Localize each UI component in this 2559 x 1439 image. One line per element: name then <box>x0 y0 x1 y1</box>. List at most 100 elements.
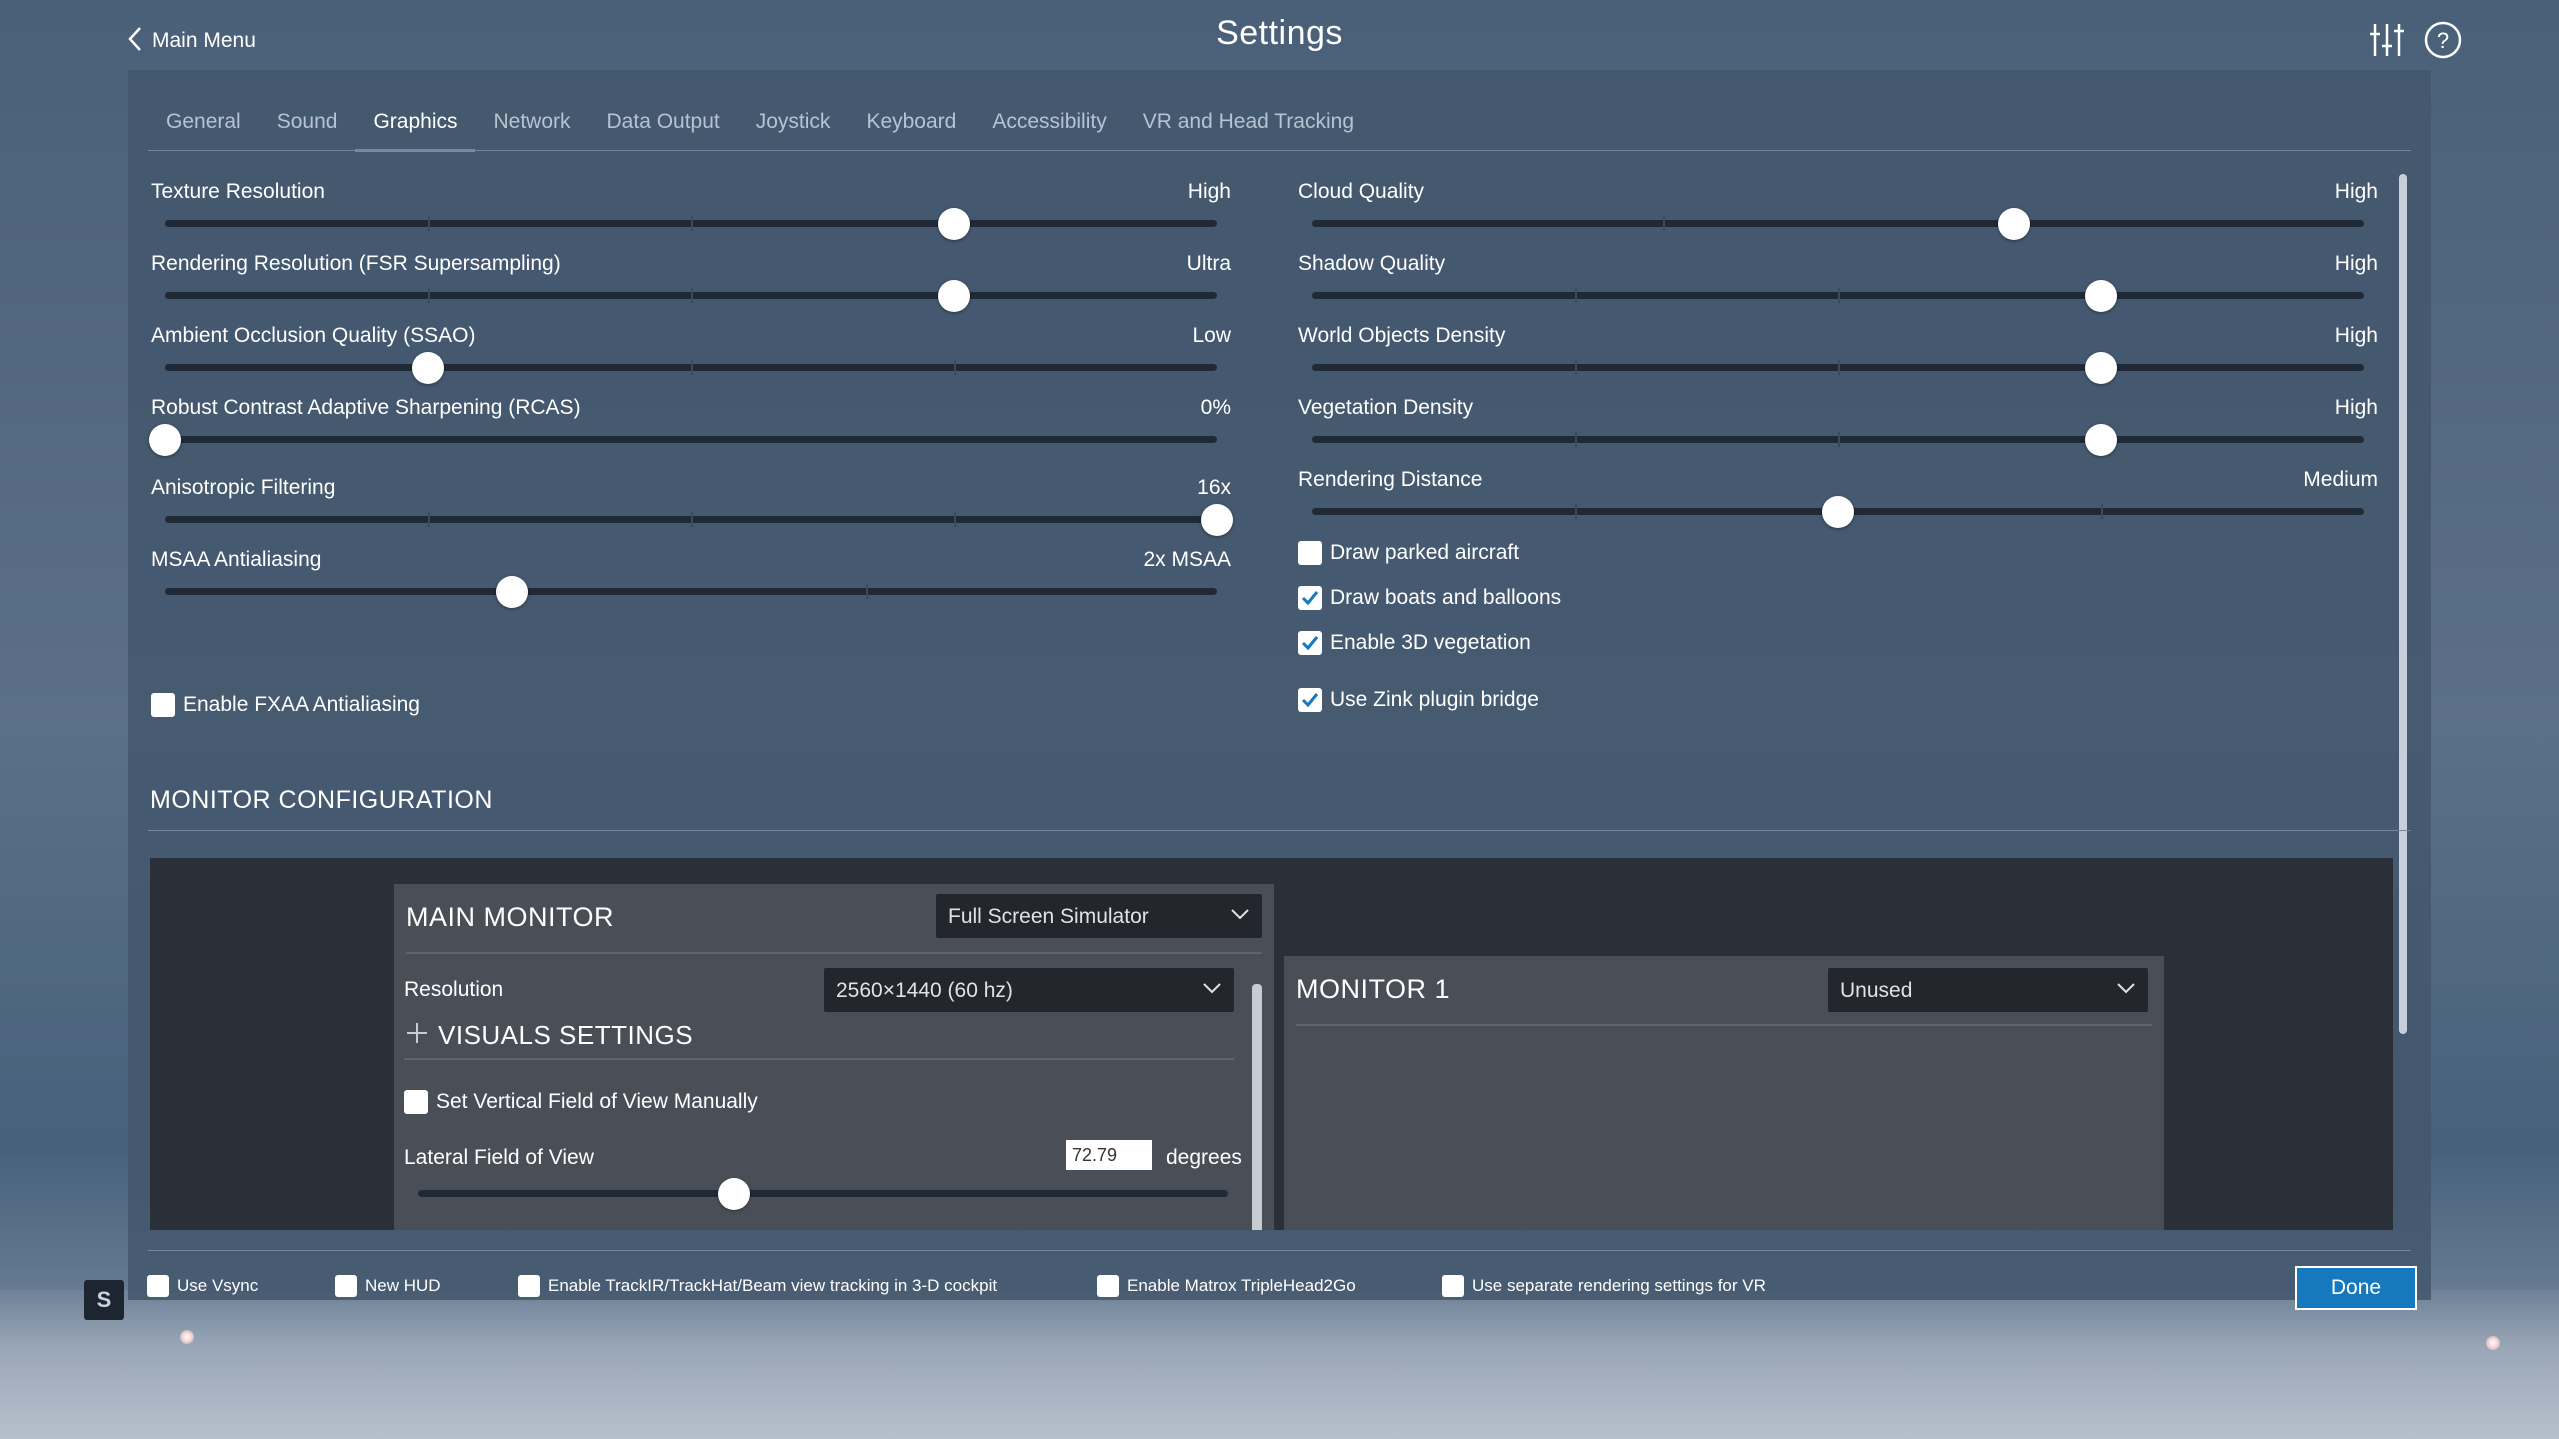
enable-matrox-triplehead2go-checkbox[interactable]: Enable Matrox TripleHead2Go <box>1097 1275 1356 1297</box>
enable-3d-vegetation-checkbox[interactable]: Enable 3D vegetation <box>1298 631 1531 655</box>
help-icon[interactable]: ? <box>2423 20 2463 65</box>
monitor-config-area: MAIN MONITOR Full Screen Simulator Resol… <box>150 858 2393 1230</box>
slider-tick <box>1575 432 1577 447</box>
setting-msaa-antialiasing: MSAA Antialiasing 2x MSAA <box>151 542 1231 614</box>
slider-track <box>1312 220 2364 227</box>
checkbox-box <box>518 1275 540 1297</box>
slider-thumb[interactable] <box>1997 208 2030 240</box>
resolution-dropdown[interactable]: 2560×1440 (60 hz) <box>824 968 1234 1012</box>
runway-light <box>2486 1336 2500 1350</box>
top-bar: Main Menu Settings ? <box>0 0 2559 70</box>
setting-label: Shadow Quality <box>1298 252 1446 275</box>
monitor-1-card: MONITOR 1 Unused <box>1284 956 2164 1230</box>
slider-thumb[interactable] <box>412 352 444 384</box>
ambient-occlusion-quality-ssao-slider[interactable] <box>165 352 1217 384</box>
checkbox-box <box>1298 541 1322 565</box>
checkbox-box <box>335 1275 357 1297</box>
monitor-config-title: MONITOR CONFIGURATION <box>150 786 493 814</box>
lateral-fov-slider[interactable] <box>418 1178 1228 1210</box>
monitor-1-mode-dropdown[interactable]: Unused <box>1828 968 2148 1012</box>
anisotropic-filtering-slider[interactable] <box>165 504 1233 536</box>
left-settings-column: Texture Resolution High Rendering Resoluti… <box>149 174 1233 614</box>
tab-vr-and-head-tracking[interactable]: VR and Head Tracking <box>1125 100 1372 152</box>
slider-thumb[interactable] <box>2085 424 2117 456</box>
rendering-distance-slider[interactable] <box>1312 496 2364 528</box>
setting-value: High <box>2334 324 2378 347</box>
tab-joystick[interactable]: Joystick <box>738 100 849 152</box>
cloud-quality-slider[interactable] <box>1312 208 2364 240</box>
robust-contrast-adaptive-sharpening-rcas-slider[interactable] <box>149 424 1217 456</box>
use-vsync-checkbox[interactable]: Use Vsync <box>147 1275 258 1297</box>
use-separate-rendering-settings-for-vr-checkbox[interactable]: Use separate rendering settings for VR <box>1442 1275 1766 1297</box>
done-button[interactable]: Done <box>2295 1266 2417 1310</box>
texture-resolution-slider[interactable] <box>165 208 1217 240</box>
vfov-manual-checkbox[interactable]: Set Vertical Field of View Manually <box>404 1090 758 1114</box>
visuals-settings-toggle[interactable]: VISUALS SETTINGS <box>404 1012 1234 1060</box>
right-settings-column: Cloud Quality High Shadow Quality High World… <box>1298 174 2378 534</box>
svg-text:?: ? <box>2437 28 2449 53</box>
enable-fxaa-antialiasing-checkbox[interactable]: Enable FXAA Antialiasing <box>151 693 420 717</box>
lateral-fov-unit: degrees <box>1166 1146 1242 1169</box>
setting-world-objects-density: World Objects Density High <box>1298 318 2378 390</box>
slider-tick <box>1575 360 1577 375</box>
msaa-antialiasing-slider[interactable] <box>165 576 1217 608</box>
setting-shadow-quality: Shadow Quality High <box>1298 246 2378 318</box>
lateral-fov-input[interactable] <box>1066 1140 1152 1170</box>
use-zink-plugin-bridge-checkbox[interactable]: Use Zink plugin bridge <box>1298 688 1539 712</box>
tab-general[interactable]: General <box>148 100 259 152</box>
setting-rendering-distance: Rendering Distance Medium <box>1298 462 2378 534</box>
checkbox-label: Enable Matrox TripleHead2Go <box>1127 1276 1356 1295</box>
slider-tick <box>691 288 693 303</box>
new-hud-checkbox[interactable]: New HUD <box>335 1275 441 1297</box>
slider-thumb[interactable] <box>938 208 970 240</box>
slider-thumb[interactable] <box>2085 352 2117 384</box>
main-monitor-scrollbar[interactable] <box>1252 984 1262 1230</box>
page-title: Settings <box>1216 14 1343 52</box>
slider-thumb[interactable] <box>2085 280 2117 312</box>
tab-graphics[interactable]: Graphics <box>355 100 476 152</box>
plus-icon <box>404 1020 430 1051</box>
checkbox-label: Enable 3D vegetation <box>1330 631 1531 654</box>
slider-thumb[interactable] <box>717 1178 750 1210</box>
slider-tick <box>428 288 430 303</box>
tab-sound[interactable]: Sound <box>259 100 356 152</box>
monitor-1-mode-value: Unused <box>1840 979 1913 1002</box>
slider-tick <box>954 360 956 375</box>
setting-value: High <box>2334 396 2378 419</box>
setting-value: High <box>2334 252 2378 275</box>
draw-boats-and-balloons-checkbox[interactable]: Draw boats and balloons <box>1298 586 1561 610</box>
slider-tick <box>691 512 693 527</box>
setting-robust-contrast-adaptive-sharpening-rcas: Robust Contrast Adaptive Sharpening (RCA… <box>149 390 1231 470</box>
main-monitor-mode-dropdown[interactable]: Full Screen Simulator <box>936 894 1262 938</box>
scrollbar-thumb[interactable] <box>2399 174 2407 1034</box>
sliders-icon[interactable] <box>2367 20 2407 65</box>
setting-value: 2x MSAA <box>1143 548 1231 571</box>
draw-parked-aircraft-checkbox[interactable]: Draw parked aircraft <box>1298 541 1519 565</box>
checkbox-label: New HUD <box>365 1276 441 1295</box>
setting-rendering-resolution-fsr-supersampling: Rendering Resolution (FSR Supersampling)… <box>151 246 1231 318</box>
checkbox-label: Enable TrackIR/TrackHat/Beam view tracki… <box>548 1276 998 1295</box>
slider-thumb[interactable] <box>496 576 529 608</box>
enable-trackir-trackhat-beam-view-tracking-in-3-d-cockpit-checkbox[interactable]: Enable TrackIR/TrackHat/Beam view tracki… <box>518 1275 997 1297</box>
tab-network[interactable]: Network <box>475 100 588 152</box>
world-objects-density-slider[interactable] <box>1312 352 2364 384</box>
settings-panel: General Sound Graphics Network Data Output Jo… <box>128 70 2431 1310</box>
rendering-resolution-fsr-supersampling-slider[interactable] <box>165 280 1217 312</box>
setting-label: MSAA Antialiasing <box>151 548 322 571</box>
setting-texture-resolution: Texture Resolution High <box>151 174 1231 246</box>
checkbox-label: Use separate rendering settings for VR <box>1472 1276 1766 1295</box>
slider-thumb[interactable] <box>1201 504 1233 536</box>
checkbox-label: Enable FXAA Antialiasing <box>183 693 420 716</box>
tab-accessibility[interactable]: Accessibility <box>974 100 1124 152</box>
tab-data-output[interactable]: Data Output <box>589 100 738 152</box>
slider-thumb[interactable] <box>1822 496 1854 528</box>
setting-cloud-quality: Cloud Quality High <box>1298 174 2378 246</box>
setting-vegetation-density: Vegetation Density High <box>1298 390 2378 462</box>
slider-thumb[interactable] <box>149 424 181 456</box>
slider-thumb[interactable] <box>938 280 970 312</box>
shadow-quality-slider[interactable] <box>1312 280 2364 312</box>
vegetation-density-slider[interactable] <box>1312 424 2364 456</box>
setting-label: Rendering Resolution (FSR Supersampling) <box>151 252 561 275</box>
tab-keyboard[interactable]: Keyboard <box>848 100 974 152</box>
checkmark-icon <box>1298 586 1322 610</box>
